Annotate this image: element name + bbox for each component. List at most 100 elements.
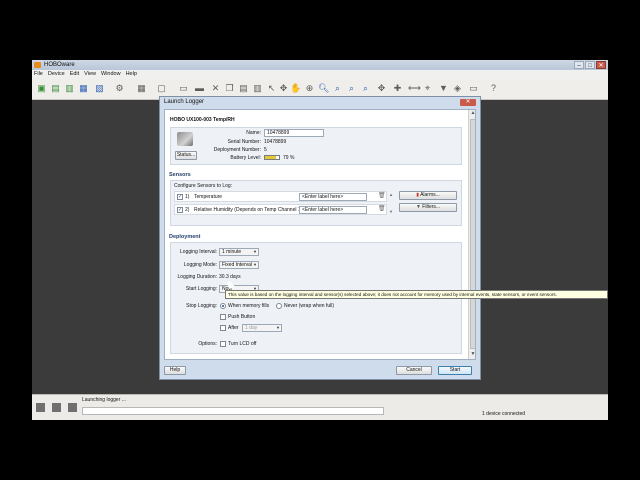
filter-icon[interactable]: ▼ (438, 83, 449, 94)
help-icon[interactable]: ? (488, 83, 499, 94)
deployment-header: Deployment (169, 234, 201, 240)
hand-icon[interactable]: ✋ (290, 83, 301, 94)
push-button-checkbox[interactable] (220, 314, 226, 320)
launch-logger-dialog: Launch Logger ✕ HOBO UX100-003 Temp/RH S… (159, 96, 481, 380)
stop-never-label: Never (wrap when full) (284, 303, 335, 309)
after-select[interactable]: 1 day ▼ (242, 324, 282, 332)
sensor-2-index: 2) (185, 207, 190, 213)
start-logging-label: Start Logging: (185, 286, 217, 292)
sensor-scroll-up-icon[interactable]: ▲ (389, 191, 393, 198)
scroll-up-icon[interactable]: ▲ (469, 110, 475, 117)
chevron-down-icon: ▼ (253, 249, 257, 254)
logging-mode-select[interactable]: Fixed Interval ▼ (219, 261, 259, 269)
logging-duration-value: 30.3 days (219, 274, 241, 280)
readout-icon[interactable]: ▤ (50, 83, 61, 94)
app-window: HOBOware – □ ✕ File Device Edit View Win… (32, 60, 608, 420)
view-grid-icon[interactable] (68, 403, 77, 412)
paste-icon[interactable]: ▤ (238, 83, 249, 94)
battery-label: Battery Level: (230, 155, 261, 161)
sensor-2-name: Relative Humidity (Depends on Temp Chann… (194, 207, 303, 213)
alarm-icon: ▮ (416, 192, 419, 198)
menu-view[interactable]: View (84, 70, 96, 79)
copy-icon[interactable]: ❐ (224, 83, 235, 94)
frame-icon[interactable]: ▢ (156, 83, 167, 94)
status-icon[interactable]: ▦ (78, 83, 89, 94)
filters-button[interactable]: ▼ Filters... (399, 203, 457, 212)
battery-fill (265, 156, 277, 159)
menu-window[interactable]: Window (101, 70, 121, 79)
sensor-2-checkbox[interactable]: ✓ (177, 207, 183, 213)
scroll-thumb[interactable] (470, 119, 475, 349)
close-button[interactable]: ✕ (596, 61, 606, 69)
menu-edit[interactable]: Edit (70, 70, 79, 79)
logging-mode-value: Fixed Interval (222, 262, 253, 268)
stop-when-memory-fills-radio[interactable] (220, 303, 226, 309)
maximize-button[interactable]: □ (585, 61, 595, 69)
name-field[interactable]: 10478899 (264, 129, 324, 137)
sensor-1-delete-icon[interactable]: 🗑︎ (378, 193, 386, 200)
minimize-button[interactable]: – (574, 61, 584, 69)
preferences-icon[interactable]: ▧ (94, 83, 105, 94)
sensor-1-index: 1) (185, 194, 190, 200)
stop-never-radio[interactable] (276, 303, 282, 309)
sensor-1-checkbox[interactable]: ✓ (177, 194, 183, 200)
sensor-row-2: ✓ 2) Relative Humidity (Depends on Temp … (174, 204, 387, 215)
grid-icon[interactable]: ▦ (136, 83, 147, 94)
dialog-scrollbar[interactable]: ▲ ▼ (468, 110, 475, 359)
zoom-in-icon[interactable]: 🔍︎ (318, 83, 329, 94)
sensor-2-delete-icon[interactable]: 🗑︎ (378, 206, 386, 213)
marker-icon[interactable]: ⌖ (422, 83, 433, 94)
start-button[interactable]: Start (438, 366, 472, 375)
sensor-row-1: ✓ 1) Temperature <Enter label here> 🗑︎ (174, 191, 387, 202)
dialog-title: Launch Logger (164, 99, 205, 105)
tag-icon[interactable]: ◈ (452, 83, 463, 94)
menu-file[interactable]: File (34, 70, 43, 79)
menu-help[interactable]: Help (126, 70, 137, 79)
scroll-down-icon[interactable]: ▼ (469, 351, 475, 358)
select-zoom-icon[interactable]: ⌕ (346, 83, 357, 94)
logging-interval-select[interactable]: 1 minute ▼ (219, 248, 259, 256)
cancel-button[interactable]: Cancel (396, 366, 432, 375)
help-button[interactable]: Help (164, 366, 186, 375)
view-details-icon[interactable] (52, 403, 61, 412)
after-label: After (228, 325, 239, 331)
launch-icon[interactable]: ▣ (36, 83, 47, 94)
sensor-1-label-input[interactable]: <Enter label here> (299, 193, 367, 201)
menu-device[interactable]: Device (48, 70, 65, 79)
open-icon[interactable]: ▭ (178, 83, 189, 94)
zoom-out-icon[interactable]: ⌕ (332, 83, 343, 94)
view-list-icon[interactable] (36, 403, 45, 412)
window-controls: – □ ✕ (574, 61, 606, 69)
alarms-button-label: Alarms... (420, 192, 440, 198)
logging-interval-value: 1 minute (222, 249, 242, 255)
alarms-button[interactable]: ▮ Alarms... (399, 191, 457, 200)
deployment-value: 5 (264, 147, 267, 153)
stop-logging-label: Stop Logging: (186, 303, 217, 309)
delete-icon[interactable]: ✕ (210, 83, 221, 94)
comment-icon[interactable]: ▭ (468, 83, 479, 94)
folder-icon[interactable]: ▬ (194, 83, 205, 94)
turn-lcd-off-label: Turn LCD off (228, 341, 257, 347)
print-icon[interactable]: ▥ (252, 83, 263, 94)
move-icon[interactable]: ✥ (278, 83, 289, 94)
zoom-icon[interactable]: ⊕ (304, 83, 315, 94)
measure-icon[interactable]: ⟷ (408, 83, 421, 94)
logging-mode-label: Logging Mode: (183, 262, 217, 268)
battery-icon (264, 155, 280, 160)
readout-stop-icon[interactable]: ▥ (64, 83, 75, 94)
filters-button-label: Filters... (422, 204, 441, 210)
grab-icon[interactable]: ✥ (376, 83, 387, 94)
stop-when-memory-fills-label: When memory fills (228, 303, 270, 309)
turn-lcd-off-checkbox[interactable] (220, 341, 226, 347)
serial-label: Serial Number: (227, 139, 261, 145)
cross-icon[interactable]: ✚ (392, 83, 403, 94)
pointer-icon[interactable]: ↖ (266, 83, 277, 94)
sensor-scroll-down-icon[interactable]: ▼ (389, 208, 393, 215)
after-value: 1 day (245, 325, 258, 331)
device-panel: Status... Name: 10478899 Serial Number: … (170, 127, 462, 165)
sensor-2-label-input[interactable]: <Enter label here> (299, 206, 367, 214)
after-checkbox[interactable] (220, 325, 226, 331)
fit-icon[interactable]: ⌕ (360, 83, 371, 94)
dialog-close-button[interactable]: ✕ (460, 99, 476, 106)
options-icon[interactable]: ⚙ (114, 83, 125, 94)
